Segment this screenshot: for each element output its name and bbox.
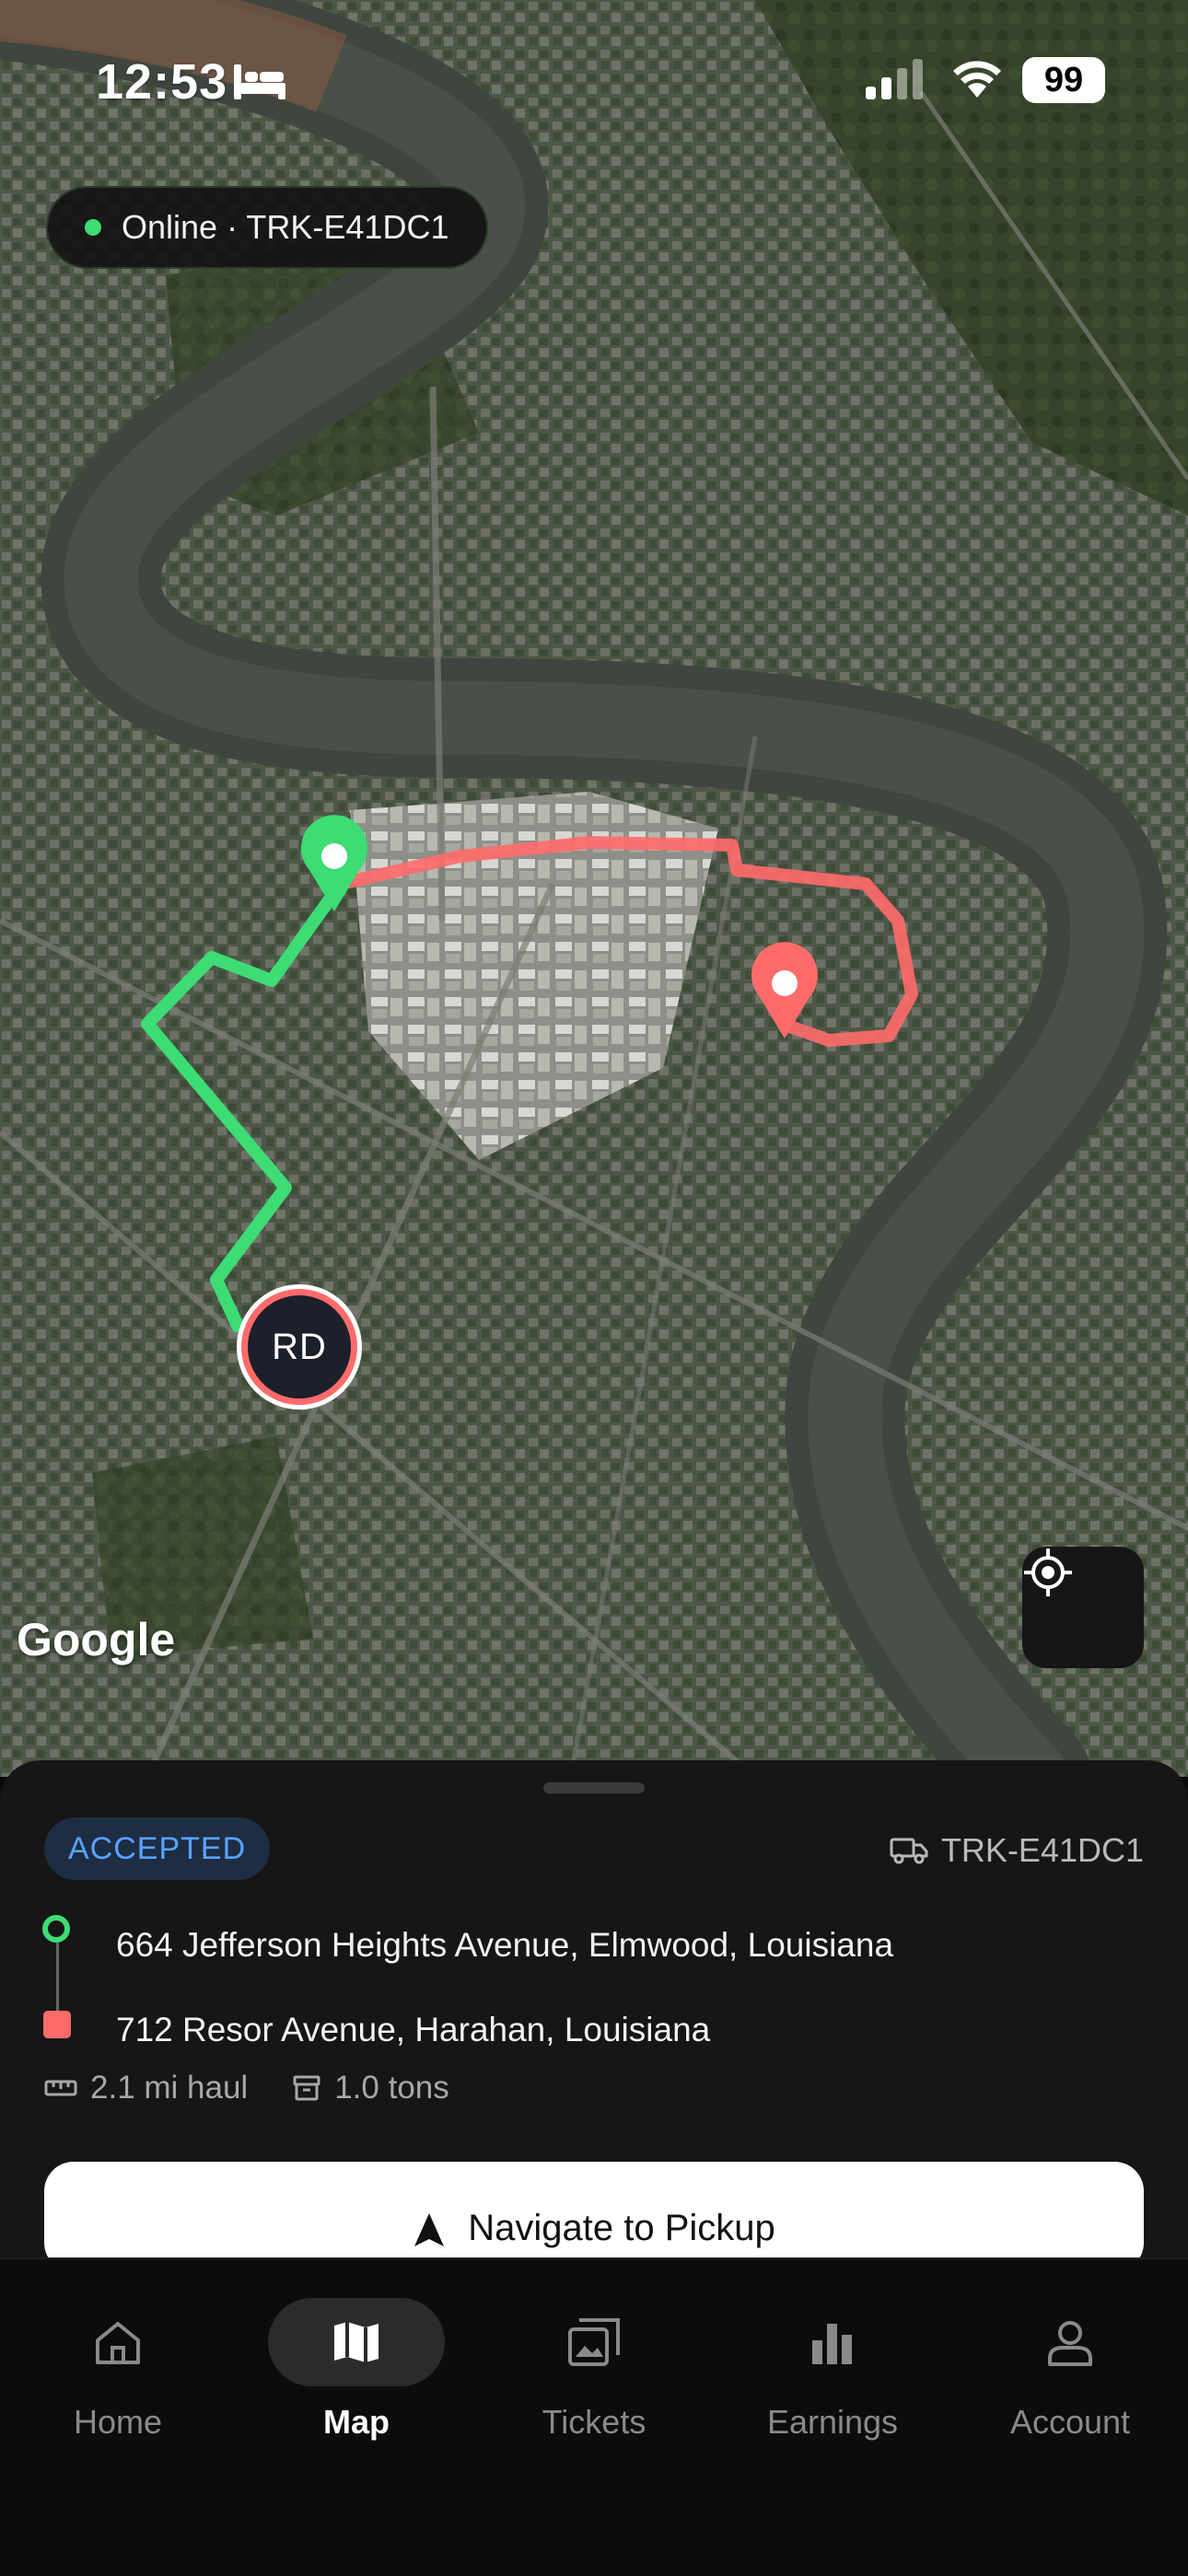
home-icon (96, 2322, 140, 2364)
load-weight-label: 1.0 tons (334, 2070, 449, 2106)
cellular-signal-icon (866, 59, 923, 99)
status-bar: 12:53 99 (0, 0, 1188, 157)
haul-distance-label: 2.1 mi haul (90, 2070, 249, 2106)
tab-map[interactable]: Map (255, 2298, 458, 2445)
route-connector-line (56, 1943, 59, 2014)
online-status-pill[interactable]: Online · TRK-E41DC1 (46, 186, 488, 269)
tab-home-label: Home (73, 2403, 163, 2441)
load-weight: 1.0 tons (292, 2070, 449, 2106)
archive-box-icon (293, 2075, 320, 2101)
sheet-drag-handle[interactable] (543, 1782, 645, 1793)
tab-home[interactable]: Home (17, 2298, 219, 2445)
navigate-button-label: Navigate to Pickup (468, 2208, 775, 2248)
haul-distance: 2.1 mi haul (44, 2070, 248, 2106)
dropoff-address: 712 Resor Avenue, Harahan, Louisiana (116, 2011, 711, 2048)
online-status-text: Online · TRK-E41DC1 (122, 208, 449, 246)
wifi-icon (953, 61, 1001, 98)
bottom-tab-bar: Home Map Tickets Earnings Account (0, 2257, 1188, 2576)
online-indicator-dot (85, 219, 101, 236)
truck-icon (890, 1838, 928, 1864)
map-icon (334, 2322, 379, 2362)
status-time: 12:53 (96, 54, 228, 110)
job-status-badge: ACCEPTED (44, 1817, 271, 1880)
tab-account-label: Account (1009, 2403, 1131, 2441)
pickup-address: 664 Jefferson Heights Avenue, Elmwood, L… (116, 1926, 894, 1964)
tab-tickets-label: Tickets (542, 2403, 646, 2441)
earnings-icon (812, 2324, 852, 2364)
job-details-sheet[interactable]: ACCEPTED TRK-E41DC1 664 Jefferson Height… (0, 1760, 1188, 2257)
crosshair-icon (1024, 1549, 1072, 1596)
google-attribution: Google (17, 1614, 176, 1665)
ruler-icon (44, 2080, 77, 2096)
tab-earnings-label: Earnings (766, 2403, 899, 2441)
truck-id: TRK-E41DC1 (890, 1825, 1144, 1876)
navigate-to-pickup-button[interactable]: Navigate to Pickup (44, 2162, 1144, 2257)
tickets-icon (568, 2318, 620, 2366)
pickup-marker-icon (42, 1915, 70, 1943)
dropoff-marker-icon (43, 2011, 71, 2038)
tab-map-label: Map (323, 2403, 390, 2441)
tab-tickets[interactable]: Tickets (493, 2298, 695, 2445)
truck-id-label: TRK-E41DC1 (940, 1831, 1144, 1869)
sleep-focus-icon (234, 64, 285, 99)
job-meta-row: 2.1 mi haul 1.0 tons (44, 2070, 494, 2106)
navigation-arrow-icon (414, 2213, 445, 2246)
driver-location-avatar[interactable]: RD (241, 1289, 357, 1405)
tab-earnings[interactable]: Earnings (731, 2298, 934, 2445)
recenter-location-button[interactable] (1022, 1547, 1144, 1668)
battery-indicator: 99 (1022, 57, 1105, 103)
account-icon (1048, 2321, 1092, 2366)
tab-account[interactable]: Account (969, 2298, 1171, 2445)
